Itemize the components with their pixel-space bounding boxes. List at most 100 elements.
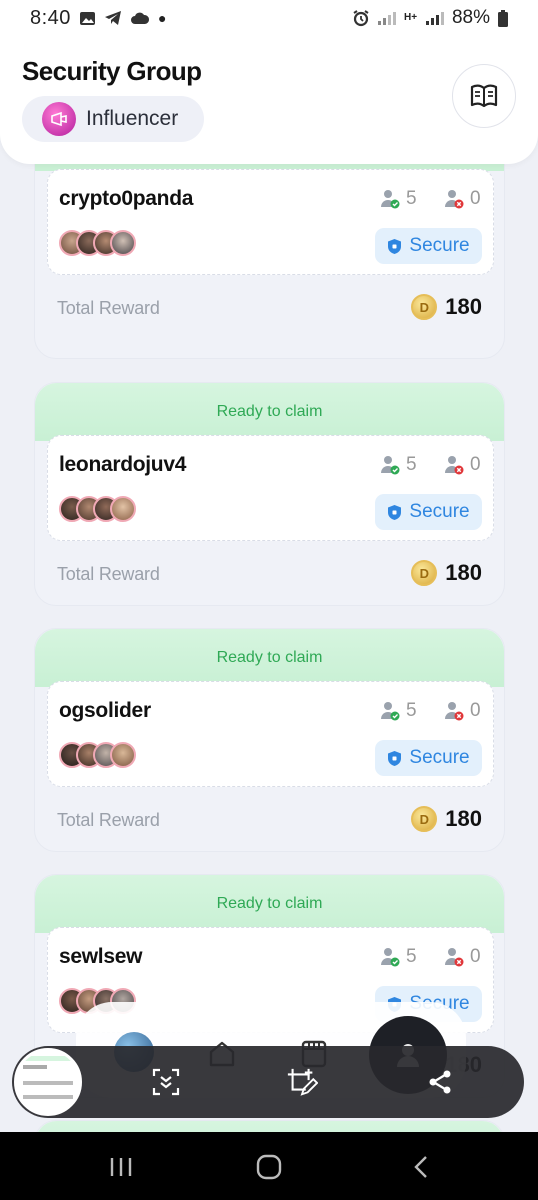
- share-button[interactable]: [424, 1066, 456, 1098]
- alarm-icon: [353, 10, 369, 27]
- user-x-icon: [445, 948, 464, 967]
- claim-band: [35, 1121, 504, 1132]
- reward-value: D 180: [411, 560, 482, 586]
- secure-badge: Secure: [375, 228, 482, 264]
- reward-label: Total Reward: [57, 810, 160, 830]
- status-bar: 8:40 ● H+ 88%: [0, 0, 538, 36]
- crop-edit-icon: [287, 1068, 318, 1096]
- avatar: [110, 742, 136, 768]
- signal-icon-2: [425, 11, 444, 25]
- member-avatars: [59, 496, 136, 522]
- role-label: Influencer: [86, 107, 179, 130]
- member-avatars: [59, 742, 136, 768]
- member-username: leonardojuv4: [59, 453, 187, 476]
- share-icon: [429, 1070, 451, 1094]
- user-check-icon: [381, 948, 400, 967]
- lost-count: 0: [444, 188, 481, 210]
- secure-count-value: 5: [406, 454, 417, 475]
- lost-count: 0: [444, 454, 481, 476]
- claim-band[interactable]: Ready to claim: [35, 875, 504, 933]
- reward-value: D 180: [411, 806, 482, 832]
- member-card: crypto0panda 5 0 Secure Total Reward D 1…: [34, 150, 505, 359]
- secured-count: 5: [380, 946, 417, 968]
- coin-icon: D: [411, 560, 438, 586]
- reward-amount: 180: [445, 806, 482, 831]
- telegram-icon: [104, 11, 121, 25]
- shield-icon: [388, 238, 402, 254]
- secured-count: 5: [380, 454, 417, 476]
- gallery-icon: [79, 11, 95, 25]
- avatar: [110, 496, 136, 522]
- user-check-icon: [381, 456, 400, 475]
- coin-icon: D: [411, 806, 438, 832]
- shield-icon: [388, 504, 402, 520]
- back-button[interactable]: [406, 1154, 436, 1180]
- lost-count-value: 0: [470, 454, 481, 475]
- secure-label: Secure: [409, 501, 470, 522]
- battery-percent: 88%: [451, 7, 490, 28]
- secure-label: Secure: [409, 235, 470, 256]
- status-time: 8:40: [30, 6, 71, 29]
- member-info: leonardojuv4 5 0 Secure: [47, 435, 494, 541]
- recent-apps-icon: [110, 1158, 132, 1176]
- scroll-capture-button[interactable]: [150, 1066, 182, 1098]
- reward-amount: 180: [445, 560, 482, 585]
- dot-icon: ●: [157, 10, 167, 26]
- coin-icon: D: [411, 294, 438, 320]
- lost-count-value: 0: [470, 700, 481, 721]
- member-username: crypto0panda: [59, 187, 194, 210]
- recent-apps-button[interactable]: [106, 1154, 136, 1180]
- header: Security Group Influencer: [0, 36, 538, 164]
- edit-screenshot-button[interactable]: [286, 1066, 318, 1098]
- system-nav-bar: [0, 1132, 538, 1200]
- reward-label: Total Reward: [57, 298, 160, 318]
- group-list[interactable]: crypto0panda 5 0 Secure Total Reward D 1…: [0, 150, 538, 1132]
- lost-count-value: 0: [470, 188, 481, 209]
- reward-label: Total Reward: [57, 564, 160, 584]
- claim-band[interactable]: Ready to claim: [35, 383, 504, 441]
- home-button[interactable]: [254, 1154, 284, 1180]
- shield-icon: [388, 750, 402, 766]
- user-x-icon: [445, 190, 464, 209]
- member-info: crypto0panda 5 0 Secure: [47, 169, 494, 275]
- user-check-icon: [381, 702, 400, 721]
- secure-count-value: 5: [406, 946, 417, 967]
- network-type: H+: [403, 12, 418, 23]
- back-icon: [414, 1156, 427, 1178]
- battery-icon: [498, 9, 508, 27]
- screenshot-thumbnail[interactable]: [14, 1048, 82, 1116]
- book-button[interactable]: [452, 64, 516, 128]
- user-x-icon: [445, 702, 464, 721]
- screenshot-toolbar: [12, 1046, 524, 1118]
- lost-count-value: 0: [470, 946, 481, 967]
- cloud-icon: [130, 12, 149, 24]
- home-circle-icon: [256, 1154, 282, 1180]
- member-username: ogsolider: [59, 699, 151, 722]
- lost-count: 0: [444, 700, 481, 722]
- member-card: Ready to claim ogsolider 5 0 Secure Tota…: [34, 628, 505, 852]
- page-title: Security Group: [22, 56, 202, 86]
- secure-count-value: 5: [406, 188, 417, 209]
- secure-badge: Secure: [375, 740, 482, 776]
- secure-label: Secure: [409, 747, 470, 768]
- reward-value: D 180: [411, 294, 482, 320]
- secured-count: 5: [380, 700, 417, 722]
- user-check-icon: [381, 190, 400, 209]
- role-chip[interactable]: Influencer: [22, 96, 204, 142]
- lost-count: 0: [444, 946, 481, 968]
- user-x-icon: [445, 456, 464, 475]
- secure-count-value: 5: [406, 700, 417, 721]
- book-icon: [470, 84, 498, 108]
- secured-count: 5: [380, 188, 417, 210]
- avatar: [110, 230, 136, 256]
- member-card: [34, 1120, 505, 1132]
- scroll-capture-icon: [152, 1068, 180, 1096]
- member-username: sewlsew: [59, 945, 143, 968]
- member-avatars: [59, 230, 136, 256]
- signal-icon: [377, 11, 396, 25]
- member-info: ogsolider 5 0 Secure: [47, 681, 494, 787]
- claim-band[interactable]: Ready to claim: [35, 629, 504, 687]
- reward-amount: 180: [445, 294, 482, 319]
- influencer-icon: [42, 102, 76, 136]
- secure-badge: Secure: [375, 494, 482, 530]
